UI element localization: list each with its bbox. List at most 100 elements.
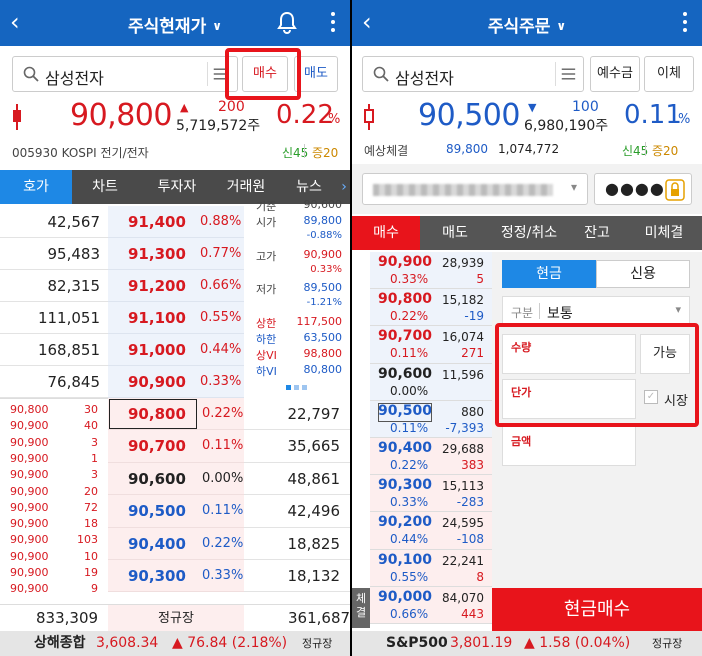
deposit-button[interactable]: 예수금 [590, 56, 640, 92]
book-change: 8 [476, 569, 484, 584]
bid-percent: 0.11% [202, 503, 244, 519]
bid-price[interactable]: 90,500 [128, 495, 186, 527]
info-value: 89,800 [303, 214, 343, 227]
tab-sell[interactable]: 매도 [420, 216, 490, 250]
ask-price[interactable]: 90,900 [128, 366, 186, 398]
bid-quantity: 18,825 [287, 534, 341, 553]
tab-balance[interactable]: 잔고 [568, 216, 626, 250]
lock-icon[interactable] [665, 179, 685, 201]
tick-price: 90,900 [10, 566, 49, 579]
trade-volume: 5,719,572주 [176, 118, 261, 134]
book-price[interactable]: 90,800 [378, 291, 432, 307]
page-title[interactable]: 주식현재가 [128, 17, 206, 37]
page-title[interactable]: 주식주문 [488, 17, 551, 37]
book-price[interactable]: 90,200 [378, 514, 432, 530]
info-value: 63,500 [303, 331, 343, 344]
tick-qty: 30 [84, 403, 98, 416]
book-quantity: 29,688 [442, 442, 484, 456]
ask-percent: 0.88% [200, 214, 242, 229]
cash-buy-button[interactable]: 현금매수 [492, 588, 702, 631]
index-ticker[interactable]: S&P500 3,801.19 ▲ 1.58 (0.04%) 정규장 [352, 631, 702, 656]
info-label: 상VI [256, 349, 277, 362]
book-price[interactable]: 90,400 [378, 440, 432, 456]
index-session: 정규장 [652, 637, 683, 650]
search-icon [23, 66, 39, 82]
bid-price[interactable]: 90,600 [128, 463, 186, 495]
password-field[interactable]: ●●●● [594, 173, 692, 205]
book-percent: 0.22% [390, 309, 429, 324]
tab-modify-cancel[interactable]: 정정/취소 [490, 216, 568, 250]
ask-price[interactable]: 91,000 [128, 334, 186, 366]
info-label: 하VI [256, 365, 277, 378]
book-percent: 0.55% [390, 569, 429, 584]
book-price[interactable]: 90,300 [378, 477, 432, 493]
chevron-down-icon[interactable]: ∨ [556, 19, 566, 33]
tick-price: 90,800 [10, 403, 49, 416]
tick-qty: 19 [84, 566, 98, 579]
bid-percent: 0.22% [202, 406, 244, 421]
ask-quantity: 76,845 [47, 373, 101, 391]
expected-volume: 1,074,772 [498, 142, 560, 156]
stock-search-field[interactable]: 삼성전자 [362, 56, 584, 92]
bid-price[interactable]: 90,400 [128, 528, 186, 560]
info-label: 저가 [256, 283, 277, 296]
account-select[interactable]: ▾ [362, 173, 588, 205]
book-price[interactable]: 90,700 [378, 328, 432, 344]
current-price-marker [378, 402, 432, 422]
more-menu-icon[interactable] [682, 10, 688, 34]
bid-price[interactable]: 90,700 [128, 430, 186, 462]
book-price[interactable]: 90,600 [378, 366, 432, 382]
current-price: 90,800 [70, 98, 172, 133]
tick-qty: 40 [84, 419, 98, 433]
change-percent: 0.11 [624, 100, 682, 130]
search-icon [373, 66, 389, 82]
book-price[interactable]: 90,000 [378, 589, 432, 605]
book-change: -19 [464, 309, 484, 324]
bid-quantity: 42,496 [287, 502, 341, 521]
tab-chart[interactable]: 차트 [72, 170, 138, 204]
current-price: 90,500 [418, 98, 520, 133]
total-sell-qty: 833,309 [36, 609, 99, 627]
index-ticker[interactable]: 상해종합 3,608.34 ▲ 76.84 (2.18%) 정규장 [0, 631, 350, 656]
order-kind-select[interactable]: 구분 보통 ▾ [502, 296, 690, 326]
ask-percent: 0.44% [200, 342, 242, 357]
index-change: ▲ 1.58 (0.04%) [524, 635, 631, 651]
cash-toggle[interactable]: 현금 [502, 260, 596, 288]
ask-price[interactable]: 91,300 [128, 238, 186, 270]
bid-percent: 0.22% [202, 535, 244, 551]
list-icon[interactable] [555, 62, 579, 86]
ask-price[interactable]: 91,100 [128, 302, 186, 334]
tick-qty: 18 [84, 517, 98, 531]
transfer-button[interactable]: 이체 [644, 56, 694, 92]
info-label: 하한 [256, 333, 277, 346]
chevron-down-icon[interactable]: ∨ [212, 19, 222, 33]
tick-qty: 1 [91, 451, 98, 465]
ask-price[interactable]: 91,400 [128, 206, 186, 238]
side-tab-execution[interactable]: 체결 [352, 588, 370, 628]
book-price[interactable]: 90,900 [378, 254, 432, 270]
bid-price[interactable]: 90,300 [128, 560, 186, 592]
more-menu-icon[interactable] [330, 10, 336, 34]
session-status: 정규장 [108, 605, 244, 632]
book-percent: 0.44% [390, 532, 429, 547]
stock-search-field[interactable]: 삼성전자 [12, 56, 238, 92]
bid-quantity: 22,797 [287, 405, 341, 423]
book-change: -7,393 [445, 420, 484, 435]
credit-toggle[interactable]: 신용 [596, 260, 690, 288]
tick-price: 90,900 [10, 549, 49, 563]
info-percent: -0.88% [306, 230, 342, 241]
candle-icon [364, 104, 374, 130]
book-quantity: 16,074 [442, 330, 484, 345]
tab-investor[interactable]: 투자자 [138, 170, 216, 204]
bid-percent: 0.00% [202, 470, 244, 486]
tab-unfilled[interactable]: 미체결 [626, 216, 702, 250]
tab-orderbook[interactable]: 호가 [0, 170, 72, 204]
tick-qty: 20 [84, 484, 98, 498]
bell-icon[interactable] [276, 10, 298, 34]
tab-buy[interactable]: 매수 [352, 216, 420, 250]
ask-price[interactable]: 91,200 [128, 270, 186, 302]
book-price[interactable]: 90,100 [378, 552, 432, 568]
bid-quantity: 18,132 [287, 567, 341, 585]
info-label: 상한 [256, 317, 277, 330]
tick-qty: 10 [84, 549, 98, 563]
